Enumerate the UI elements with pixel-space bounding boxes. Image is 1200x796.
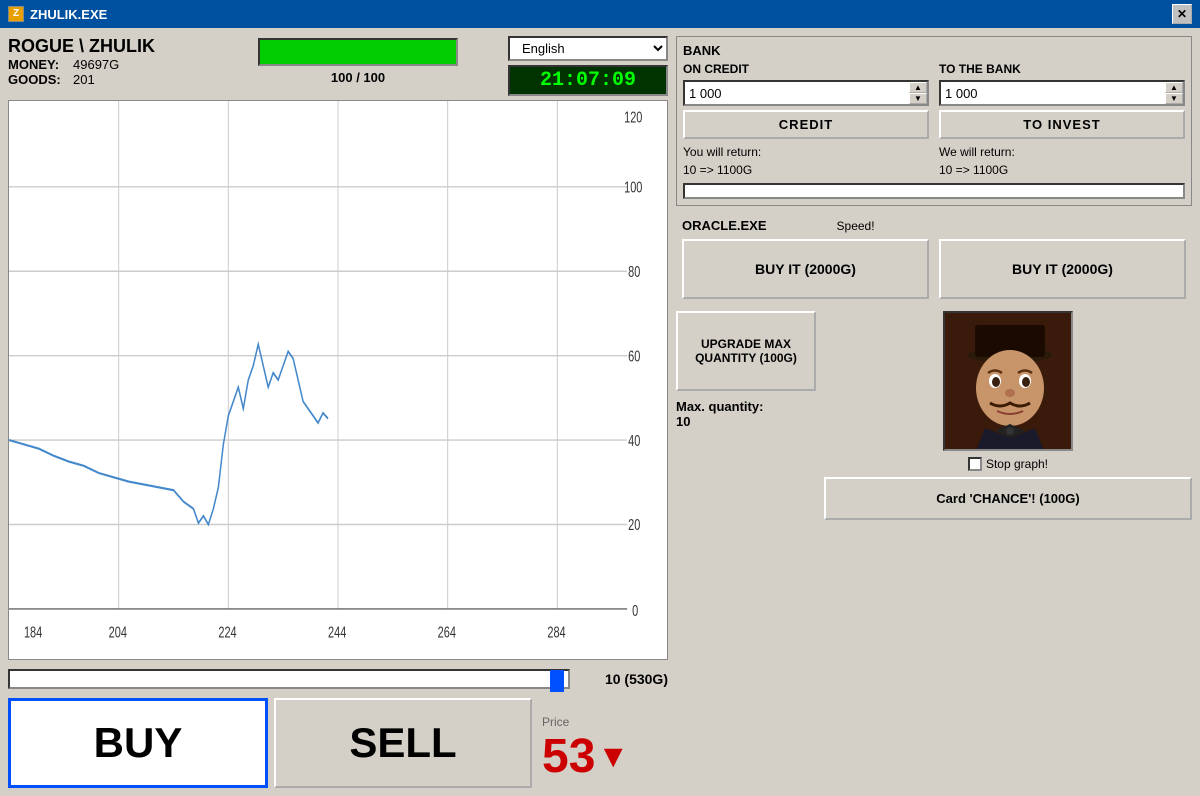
svg-text:204: 204 xyxy=(109,624,128,641)
to-bank-down[interactable]: ▼ xyxy=(1165,93,1183,104)
timer-display: 21:07:09 xyxy=(508,65,668,96)
invest-button[interactable]: TO INVEST xyxy=(939,110,1185,139)
sell-button[interactable]: SELL xyxy=(274,698,532,788)
stop-graph-label: Stop graph! xyxy=(986,457,1048,471)
upgrade-button[interactable]: UPGRADE MAX QUANTITY (100G) xyxy=(676,311,816,391)
bank-title: BANK xyxy=(683,43,1185,58)
health-bar-outer xyxy=(258,38,458,66)
bank-progress-bar xyxy=(683,183,1185,199)
svg-text:224: 224 xyxy=(218,624,237,641)
price-value: 53▼ xyxy=(542,729,664,784)
to-bank-input[interactable] xyxy=(941,82,1165,104)
max-quantity: Max. quantity: 10 xyxy=(676,399,816,429)
oracle-buy-btn1[interactable]: BUY IT (2000G) xyxy=(682,239,929,299)
to-bank-up[interactable]: ▲ xyxy=(1165,82,1183,93)
player-name: ROGUE \ ZHULIK xyxy=(8,36,208,57)
slider-thumb xyxy=(550,670,564,692)
svg-text:284: 284 xyxy=(547,624,566,641)
title-bar: Z ZHULIK.EXE ✕ xyxy=(0,0,1200,28)
chance-button[interactable]: Card 'CHANCE'! (100G) xyxy=(824,477,1192,520)
oracle-buy-btn2[interactable]: BUY IT (2000G) xyxy=(939,239,1186,299)
credit-return-info: You will return: 10 => 1100G xyxy=(683,143,929,179)
close-button[interactable]: ✕ xyxy=(1172,4,1192,24)
health-bar-inner xyxy=(260,40,456,64)
goods-value: 201 xyxy=(73,72,95,87)
money-label: MONEY: xyxy=(8,57,63,72)
credit-button[interactable]: CREDIT xyxy=(683,110,929,139)
on-credit-up[interactable]: ▲ xyxy=(909,82,927,93)
slider-value: 10 (530G) xyxy=(578,671,668,687)
to-bank-label: TO THE BANK xyxy=(939,62,1185,76)
title-bar-icon: Z xyxy=(8,6,24,22)
on-credit-down[interactable]: ▼ xyxy=(909,93,927,104)
title-bar-title: ZHULIK.EXE xyxy=(30,7,107,22)
price-label: Price xyxy=(542,715,664,729)
svg-text:100: 100 xyxy=(624,179,642,196)
on-credit-input[interactable] xyxy=(685,82,909,104)
svg-text:0: 0 xyxy=(632,602,638,619)
svg-text:60: 60 xyxy=(628,347,640,364)
quantity-slider[interactable] xyxy=(8,669,570,689)
on-credit-label: ON CREDIT xyxy=(683,62,929,76)
invest-return-info: We will return: 10 => 1100G xyxy=(939,143,1185,179)
chart-container: 0 20 40 60 80 100 120 184 204 224 244 26… xyxy=(8,100,668,660)
speed-label: Speed! xyxy=(837,219,875,233)
goods-label: GOODS: xyxy=(8,72,63,87)
avatar xyxy=(943,311,1073,451)
svg-text:264: 264 xyxy=(438,624,457,641)
svg-text:80: 80 xyxy=(628,263,640,280)
svg-text:244: 244 xyxy=(328,624,347,641)
oracle-title: ORACLE.EXE xyxy=(682,218,767,233)
svg-text:184: 184 xyxy=(24,624,43,641)
money-value: 49697G xyxy=(73,57,119,72)
price-arrow: ▼ xyxy=(597,738,629,775)
svg-text:20: 20 xyxy=(628,516,640,533)
language-select[interactable]: English Russian xyxy=(508,36,668,61)
stop-graph-checkbox[interactable] xyxy=(968,457,982,471)
svg-text:40: 40 xyxy=(628,432,640,449)
buy-button[interactable]: BUY xyxy=(8,698,268,788)
svg-text:120: 120 xyxy=(624,109,642,126)
health-text: 100 / 100 xyxy=(331,70,385,85)
